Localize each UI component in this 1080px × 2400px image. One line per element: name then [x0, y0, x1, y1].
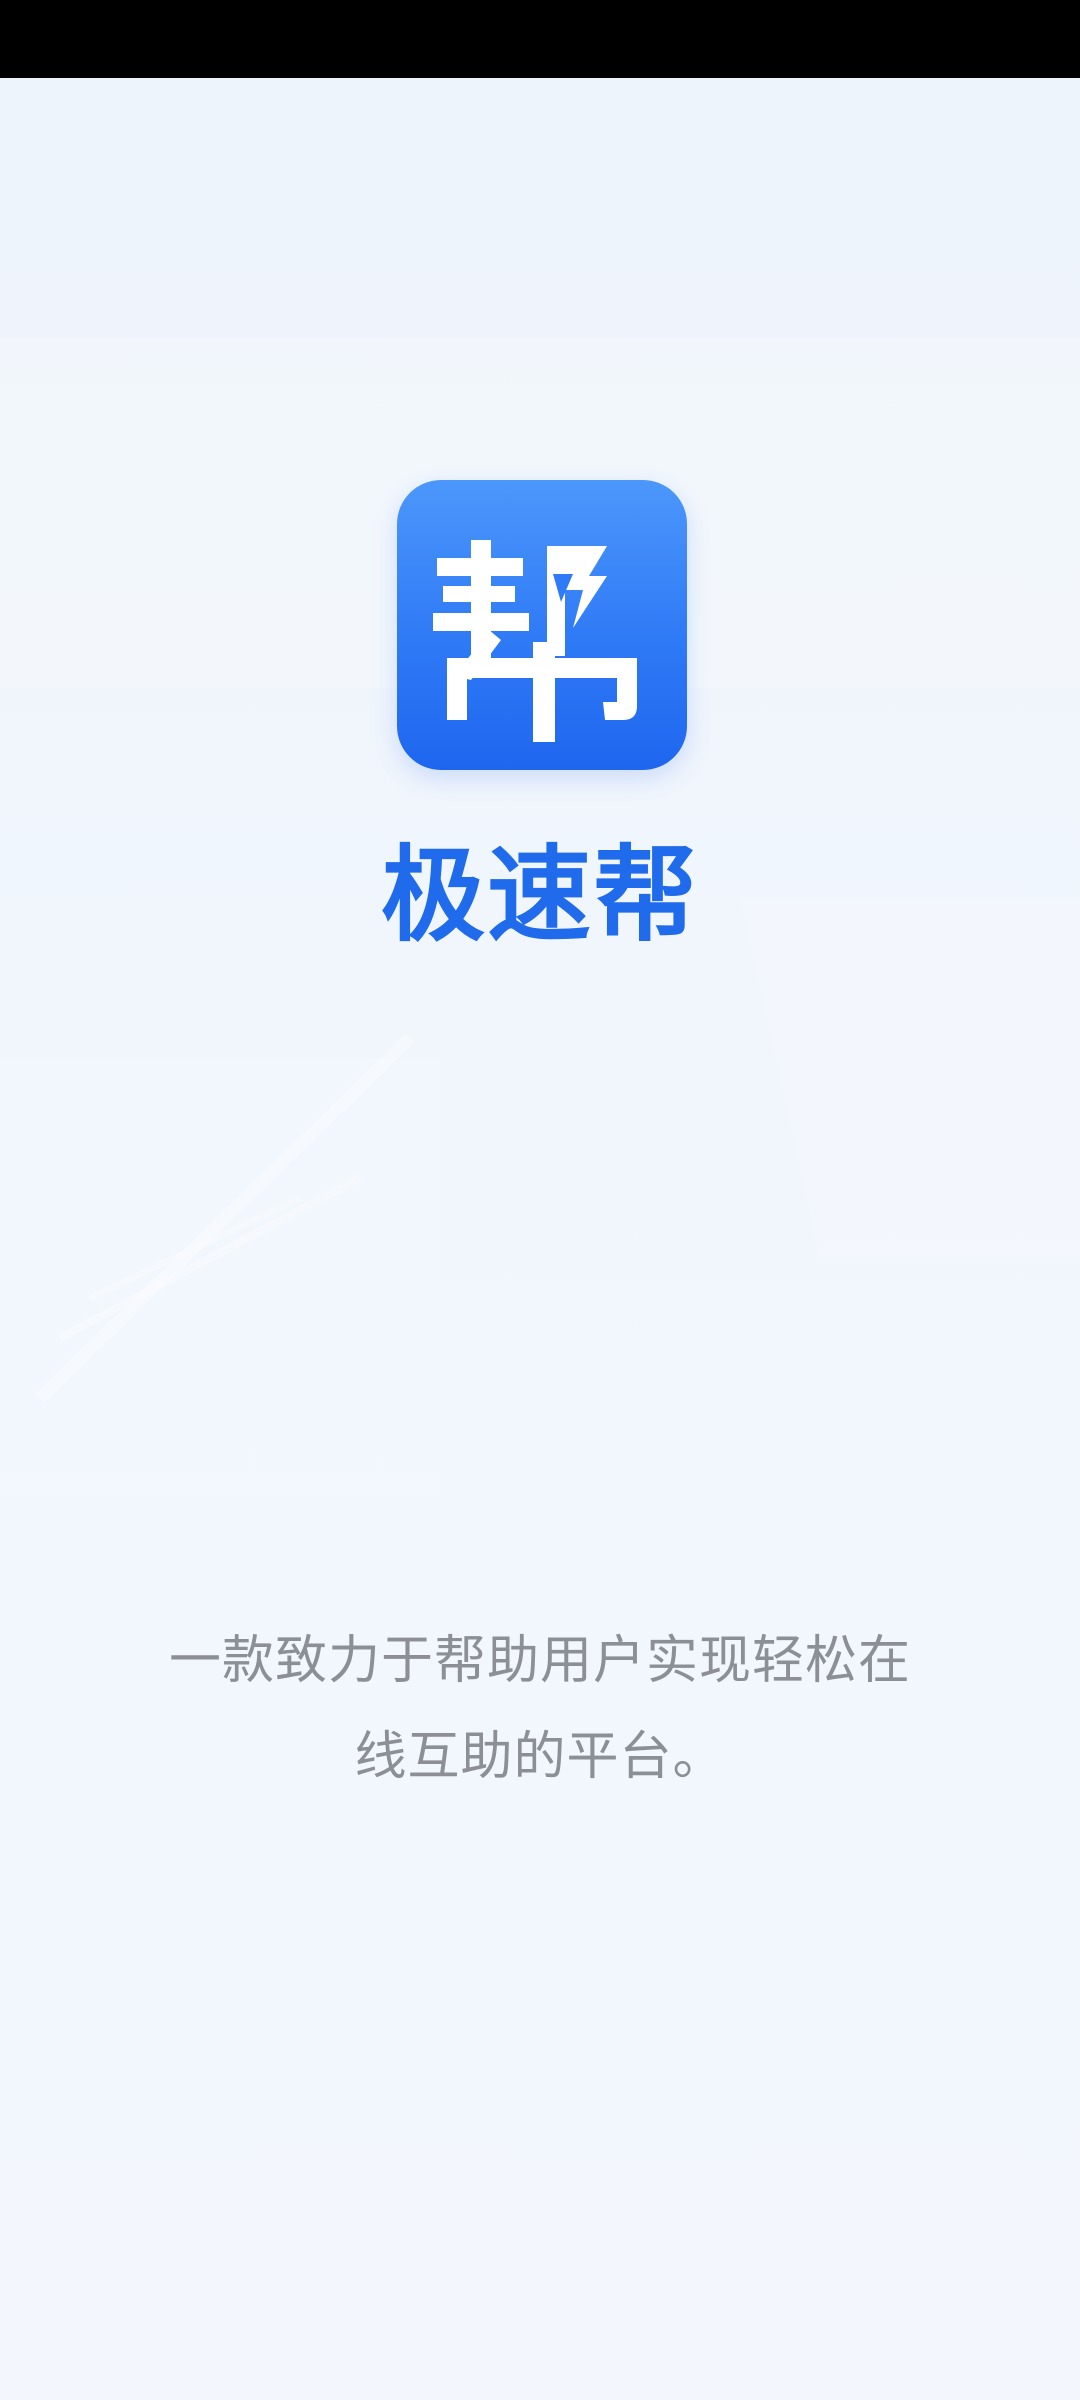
bang-logo-icon [433, 540, 637, 742]
splash-screen: 极速帮 一款致力于帮助用户实现轻松在线互助的平台。 [0, 78, 1080, 2400]
status-bar [0, 0, 1080, 78]
app-title: 极速帮 [380, 834, 699, 956]
app-logo-icon [397, 480, 687, 770]
app-tagline: 一款致力于帮助用户实现轻松在线互助的平台。 [168, 1631, 911, 1787]
background-decoration [0, 338, 1080, 1498]
